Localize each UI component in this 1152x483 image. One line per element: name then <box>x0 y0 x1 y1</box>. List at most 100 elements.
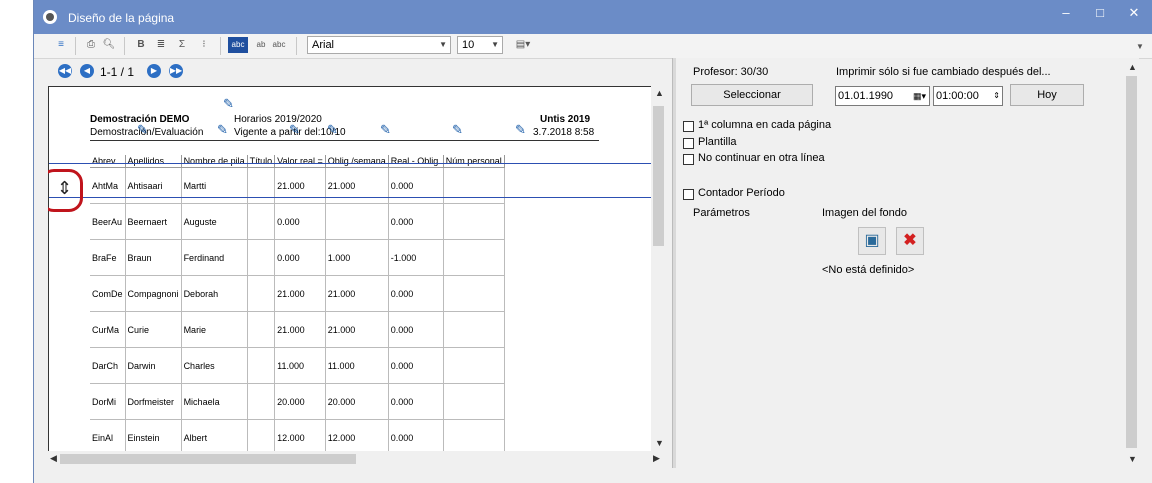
column-header[interactable]: Apellidos <box>125 155 182 168</box>
font-family-value: Arial <box>312 39 335 51</box>
profesor-count: Profesor: 30/30 <box>693 66 769 78</box>
scroll-thumb[interactable] <box>653 106 664 246</box>
pencil-icon[interactable]: ✎ <box>452 123 463 136</box>
abc-vertical-icon[interactable]: ab <box>253 37 269 53</box>
schedule-title: Horarios 2019/2020 <box>234 114 322 125</box>
pencil-icon[interactable]: ✎ <box>327 123 338 136</box>
pencil-icon[interactable]: ✎ <box>223 97 234 110</box>
open-image-icon[interactable]: ▣ <box>858 227 886 255</box>
font-size-value: 10 <box>462 39 475 51</box>
toolbar-separator <box>75 37 76 55</box>
delete-image-icon[interactable]: ✖ <box>896 227 924 255</box>
last-page-icon[interactable]: ▶▶ <box>169 64 183 78</box>
column-header[interactable]: Valor real = <box>274 155 326 168</box>
column-header[interactable]: Título <box>247 155 276 168</box>
first-name-cell: Deborah <box>181 275 248 312</box>
personal-number-cell <box>443 383 505 420</box>
align-icon[interactable]: ≣ <box>153 37 169 53</box>
scroll-up-icon[interactable]: ▲ <box>655 88 664 98</box>
difference-cell: 0.000 <box>388 203 444 240</box>
column-header[interactable]: Abrev. <box>90 155 126 168</box>
app-icon <box>43 10 57 24</box>
close-button[interactable]: ✕ <box>1120 4 1148 24</box>
template-checkbox[interactable] <box>683 138 694 149</box>
actual-value-cell: 21.000 <box>274 311 326 348</box>
title-cell <box>247 383 276 420</box>
bold-button[interactable]: B <box>133 37 149 53</box>
title-cell <box>247 311 276 348</box>
report-preview[interactable]: ✎ Demostración DEMO Demostración/Evaluac… <box>48 86 651 451</box>
font-size-select[interactable]: 10 ▼ <box>457 36 503 54</box>
print-preview-icon[interactable]: 🔍︎ <box>101 37 117 53</box>
preview-vertical-scrollbar[interactable]: ▲ ▼ <box>651 86 666 451</box>
column-header[interactable]: Real - Oblig. <box>388 155 444 168</box>
next-page-icon[interactable]: ▶ <box>147 64 161 78</box>
scroll-thumb[interactable] <box>60 454 356 464</box>
column-header[interactable]: Oblig./semana <box>325 155 389 168</box>
difference-cell: 0.000 <box>388 311 444 348</box>
time-field[interactable]: 01:00:00 ⇕ <box>933 86 1003 106</box>
table-row[interactable]: DarCh Darwin Charles 11.000 11.000 0.000 <box>90 347 505 384</box>
chevron-down-icon: ▼ <box>491 40 499 49</box>
chevron-down-icon[interactable]: ▼ <box>1132 39 1148 55</box>
difference-cell: 0.000 <box>388 275 444 312</box>
abbrev-cell: BraFe <box>90 239 126 276</box>
table-row[interactable]: ComDe Compagnoni Deborah 21.000 21.000 0.000 <box>90 275 505 312</box>
row-resize-highlight[interactable]: ⇕ <box>48 169 83 212</box>
scroll-right-icon[interactable]: ▶ <box>653 453 660 464</box>
pencil-icon[interactable]: ✎ <box>380 123 391 136</box>
sum-icon[interactable]: Σ <box>174 37 190 53</box>
column-header[interactable]: Núm.personal <box>443 155 505 168</box>
previous-page-icon[interactable]: ◀ <box>80 64 94 78</box>
print-icon[interactable]: ⎙ <box>83 37 99 53</box>
page-options-icon[interactable]: ▤▾ <box>509 37 537 53</box>
scroll-left-icon[interactable]: ◀ <box>50 453 57 464</box>
minimize-button[interactable]: ‒ <box>1052 4 1080 24</box>
preview-horizontal-scrollbar[interactable]: ◀ ▶ <box>48 451 666 466</box>
abc-horizontal-button[interactable]: abc <box>228 37 248 53</box>
first-column-checkbox[interactable] <box>683 121 694 132</box>
table-header-row: Abrev. Apellidos Nombre de pila Título V… <box>90 155 505 168</box>
table-row[interactable]: BraFe Braun Ferdinand 0.000 1.000 -1.000 <box>90 239 505 276</box>
layout-icon[interactable]: ≡ <box>53 37 69 53</box>
today-button[interactable]: Hoy <box>1010 84 1084 106</box>
surname-cell: Beernaert <box>125 203 182 240</box>
title-cell <box>247 275 276 312</box>
select-button[interactable]: Seleccionar <box>691 84 813 106</box>
pencil-icon[interactable]: ✎ <box>289 123 300 136</box>
pencil-icon[interactable]: ✎ <box>217 123 228 136</box>
table-row[interactable]: CurMa Curie Marie 21.000 21.000 0.000 <box>90 311 505 348</box>
font-family-select[interactable]: Arial ▼ <box>307 36 451 54</box>
actual-value-cell: 11.000 <box>274 347 326 384</box>
pencil-icon[interactable]: ✎ <box>515 123 526 136</box>
table-row[interactable]: AhtMa Ahtisaari Martti 21.000 21.000 0.000 <box>90 167 505 204</box>
scroll-up-icon[interactable]: ▲ <box>1128 62 1137 72</box>
row-guide-line <box>49 163 651 164</box>
toolbar-separator <box>296 37 297 55</box>
column-header[interactable]: Nombre de pila <box>181 155 248 168</box>
calendar-icon[interactable]: ▦▾ <box>913 87 926 105</box>
table-row[interactable]: EinAl Einstein Albert 12.000 12.000 0.000 <box>90 419 505 451</box>
maximize-button[interactable]: □ <box>1086 4 1114 24</box>
period-counter-checkbox[interactable] <box>683 189 694 200</box>
abc-diagonal-icon[interactable]: abc <box>271 37 287 53</box>
clear-format-icon[interactable]: ⁝ <box>196 37 212 53</box>
pencil-icon[interactable]: ✎ <box>137 123 148 136</box>
personal-number-cell <box>443 419 505 451</box>
surname-cell: Ahtisaari <box>125 167 182 204</box>
settings-vertical-scrollbar[interactable]: ▲ ▼ <box>1124 58 1139 468</box>
first-name-cell: Michaela <box>181 383 248 420</box>
scroll-down-icon[interactable]: ▼ <box>1128 454 1137 464</box>
difference-cell: 0.000 <box>388 383 444 420</box>
scroll-thumb[interactable] <box>1126 76 1137 448</box>
scroll-down-icon[interactable]: ▼ <box>655 438 664 448</box>
table-row[interactable]: DorMi Dorfmeister Michaela 20.000 20.000 0.00… <box>90 383 505 420</box>
parameters-label: Parámetros <box>693 207 750 219</box>
no-continue-checkbox[interactable] <box>683 154 694 165</box>
page-layout-window: Diseño de la página ‒ □ ✕ ≡ ⎙ 🔍︎ B ≣ Σ ⁝… <box>33 0 1152 483</box>
table-row[interactable]: BeerAu Beernaert Auguste 0.000 0.000 <box>90 203 505 240</box>
date-field[interactable]: 01.01.1990 ▦▾ <box>835 86 930 106</box>
first-page-icon[interactable]: ◀◀ <box>58 64 72 78</box>
personal-number-cell <box>443 275 505 312</box>
spinner-icon[interactable]: ⇕ <box>993 87 1000 105</box>
